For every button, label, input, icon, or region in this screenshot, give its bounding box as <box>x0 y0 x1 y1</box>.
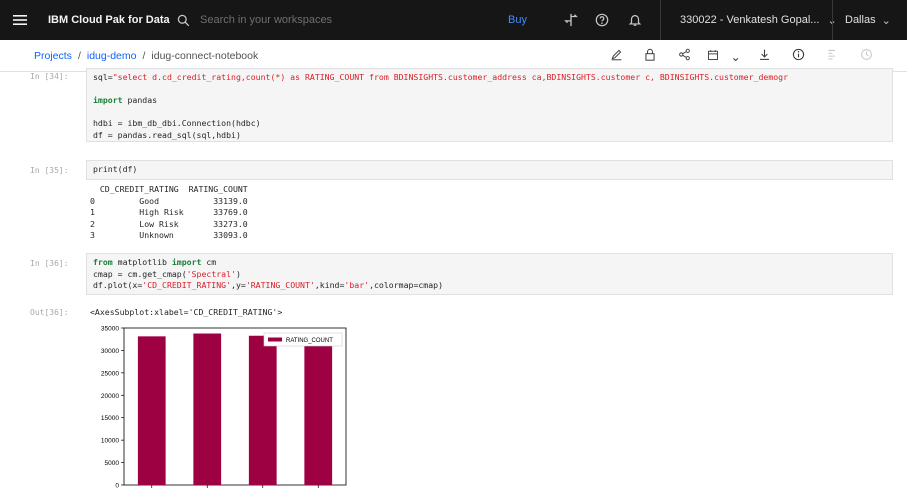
breadcrumb-projects[interactable]: Projects <box>34 50 72 62</box>
breadcrumb-notebook: idug-connect-notebook <box>151 50 259 62</box>
y-tick-label: 10000 <box>101 438 119 445</box>
y-tick-label: 15000 <box>101 415 119 422</box>
output-line: CD_CREDIT_RATING RATING_COUNT <box>90 184 248 194</box>
code-snippets-icon[interactable] <box>815 48 849 64</box>
legend-label: RATING_COUNT <box>286 338 333 344</box>
lock-icon[interactable] <box>633 48 667 64</box>
info-icon[interactable] <box>781 48 815 64</box>
breadcrumb-project[interactable]: idug-demo <box>87 50 137 62</box>
cell-output-35: CD_CREDIT_RATING RATING_COUNT 0 Good 3313… <box>90 184 248 242</box>
header-divider <box>660 0 661 40</box>
notebook-body: In [34]: sql="select d.cd_credit_rating,… <box>0 68 907 492</box>
code-cell-36[interactable]: from matplotlib import cm cmap = cm.get_c… <box>86 253 893 295</box>
download-icon[interactable] <box>747 48 781 64</box>
code-line: df = pandas.read_sql(sql,hdbi) <box>93 129 241 140</box>
cell-prompt: In [36]: <box>30 259 69 268</box>
code-line: import pandas <box>93 95 158 106</box>
y-tick-label: 35000 <box>101 326 119 333</box>
calendar-icon <box>708 49 719 60</box>
schedule-menu[interactable]: ⌄ <box>701 49 747 64</box>
buy-link[interactable]: Buy <box>508 0 527 40</box>
help-icon[interactable] <box>591 0 613 40</box>
legend-swatch <box>268 337 282 342</box>
output-line: 3 Unknown 33093.0 <box>90 230 248 241</box>
code-line: from matplotlib import cm <box>93 257 217 267</box>
bar <box>304 336 333 485</box>
global-search[interactable]: Search in your workspaces <box>177 0 497 40</box>
y-tick-label: 25000 <box>101 370 119 377</box>
cell-prompt: In [34]: <box>30 72 69 81</box>
notification-icon[interactable] <box>624 0 646 40</box>
output-line: 2 Low Risk 33273.0 <box>90 218 248 229</box>
code-cell-35[interactable]: print(df) <box>86 160 893 180</box>
chevron-down-icon: ⌄ <box>881 14 891 27</box>
code-line: sql="select d.cd_credit_rating,count(*) … <box>93 72 789 82</box>
bar <box>137 336 166 485</box>
y-tick-label: 20000 <box>101 393 119 400</box>
code-line: hdbi = ibm_db_dbi.Connection(hdbc) <box>93 118 261 129</box>
edit-icon[interactable] <box>599 48 633 64</box>
account-name: 330022 - Venkatesh Gopal... <box>680 14 820 26</box>
y-tick-label: 0 <box>115 483 119 490</box>
product-name[interactable]: IBM Cloud Pak for Data <box>48 0 170 40</box>
code-line: cmap = cm.get_cmap('Spectral') <box>93 268 241 279</box>
share-icon[interactable] <box>667 48 701 64</box>
y-tick-label: 30000 <box>101 348 119 355</box>
header-divider <box>832 0 833 40</box>
output-line: 0 Good 33139.0 <box>90 195 248 206</box>
bar <box>248 335 277 485</box>
code-cell-34[interactable]: sql="select d.cd_credit_rating,count(*) … <box>86 68 893 142</box>
y-tick-label: 5000 <box>105 460 120 467</box>
breadcrumb-separator: / <box>142 50 146 62</box>
cell-output-36: <AxesSubplot:xlabel='CD_CREDIT_RATING'> <box>90 307 283 317</box>
cell-prompt: In [35]: <box>30 166 69 175</box>
account-switcher[interactable]: 330022 - Venkatesh Gopal... ⌄ <box>680 0 837 40</box>
code-line: df.plot(x='CD_CREDIT_RATING',y='RATING_C… <box>93 280 444 291</box>
bar-chart: 0 5000 10000 15000 20000 25000 30000 35000 RATIN… <box>101 326 347 490</box>
region-switcher[interactable]: Dallas ⌄ <box>845 0 891 40</box>
code-line: print(df) <box>93 164 138 174</box>
bar <box>193 333 222 485</box>
version-history-icon[interactable] <box>849 48 883 64</box>
output-line: 1 High Risk 33769.0 <box>90 207 248 218</box>
switch-icon[interactable] <box>560 0 582 40</box>
top-navigation-bar: IBM Cloud Pak for Data Search in your wo… <box>0 0 907 40</box>
chevron-down-icon: ⌄ <box>730 49 741 64</box>
search-input[interactable]: Search in your workspaces <box>200 14 332 26</box>
search-icon <box>177 14 190 26</box>
breadcrumb-separator: / <box>77 50 81 62</box>
menu-icon[interactable] <box>8 0 32 40</box>
output-prompt: Out[36]: <box>30 308 69 317</box>
region-name: Dallas <box>845 14 876 26</box>
